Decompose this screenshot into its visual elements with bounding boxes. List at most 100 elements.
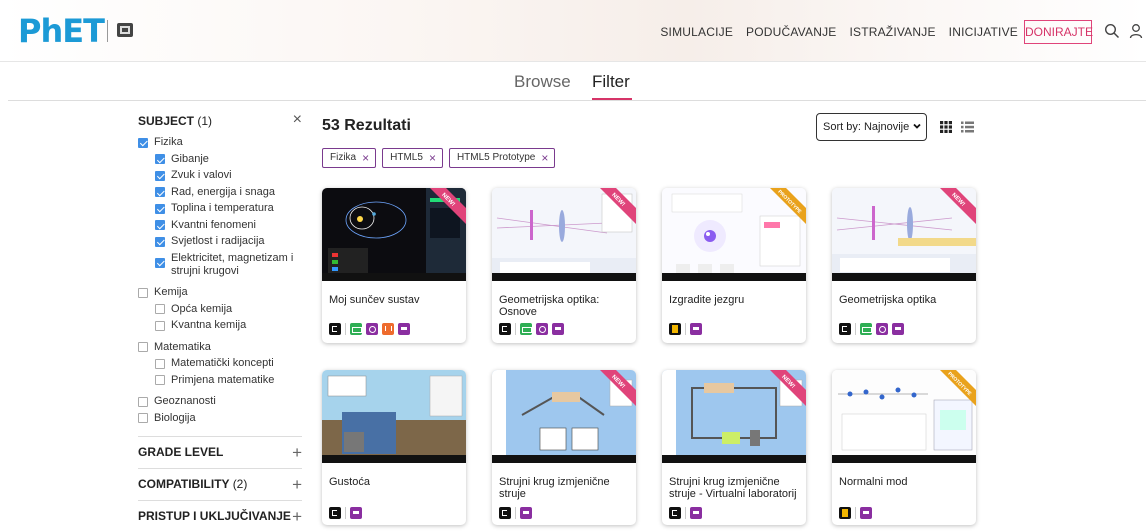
filter-toplina[interactable]: Toplina i temperatura [138, 202, 302, 215]
tab-filter[interactable]: Filter [592, 72, 630, 92]
embed-icon [382, 323, 394, 335]
zoom-icon [350, 507, 362, 519]
teacher-tips-icon [876, 323, 888, 335]
html5-icon [499, 323, 511, 335]
nav-istrazivanje[interactable]: ISTRAŽIVANJE [849, 25, 935, 39]
checkbox-icon[interactable] [155, 203, 165, 214]
simulation-card[interactable]: NEW! Geometrijska optika: Osnove [492, 188, 636, 343]
tab-browse[interactable]: Browse [514, 72, 571, 92]
expand-icon[interactable]: + [292, 469, 302, 500]
simulation-thumbnail[interactable] [492, 370, 636, 463]
colorado-university-icon[interactable] [116, 21, 134, 39]
filter-fizika[interactable]: Fizika [138, 136, 302, 149]
results-count: 53 Rezultati [322, 117, 411, 134]
section-pristup[interactable]: PRISTUP I UKLJUČIVANJE + [138, 500, 302, 532]
simulation-title[interactable]: Moj sunčev sustav [329, 294, 461, 306]
simulation-thumbnail[interactable] [662, 370, 806, 463]
checkbox-icon[interactable] [155, 304, 165, 314]
simulation-card[interactable]: NEW! Strujni krug izmjenične struje [492, 370, 636, 525]
chip-fizika[interactable]: Fizika × [322, 148, 377, 168]
simulation-card[interactable]: NEW! Moj sunčev sustav [322, 188, 466, 343]
simulation-title[interactable]: Normalni mod [839, 476, 971, 488]
checkbox-icon[interactable] [138, 396, 148, 407]
filter-kvantna-kemija[interactable]: Kvantna kemija [138, 319, 302, 332]
simulation-thumbnail[interactable] [322, 188, 466, 281]
zoom-icon [892, 323, 904, 335]
feature-icons [499, 323, 564, 335]
section-label: GRADE LEVEL [138, 445, 224, 459]
filter-gibanje[interactable]: Gibanje [138, 153, 302, 166]
filter-label: Toplina i temperatura [171, 202, 274, 214]
zoom-icon [860, 507, 872, 519]
filter-elektricitet[interactable]: Elektricitet, magnetizam i strujni krugo… [138, 252, 302, 278]
user-icon[interactable] [1128, 23, 1144, 39]
simulation-title[interactable]: Strujni krug izmjenične struje [499, 476, 631, 500]
simulation-title[interactable]: Gustoća [329, 476, 461, 488]
simulation-title[interactable]: Geometrijska optika: Osnove [499, 294, 631, 318]
simulation-title[interactable]: Geometrijska optika [839, 294, 971, 306]
html5-icon [669, 507, 681, 519]
zoom-icon [690, 323, 702, 335]
checkbox-icon[interactable] [155, 320, 165, 331]
donate-button[interactable]: DONIRAJTE [1024, 20, 1093, 44]
checkbox-icon[interactable] [138, 342, 148, 352]
feature-icons [499, 507, 532, 519]
simulation-thumbnail[interactable] [832, 188, 976, 281]
checkbox-icon[interactable] [155, 220, 165, 230]
zoom-icon [690, 507, 702, 519]
checkbox-icon[interactable] [138, 413, 148, 423]
expand-icon[interactable]: + [292, 437, 302, 468]
checkbox-icon[interactable] [138, 137, 148, 148]
filter-opca-kemija[interactable]: Opća kemija [138, 303, 302, 316]
phet-logo[interactable]: PhET [18, 14, 105, 48]
filter-kvantni-fenomeni[interactable]: Kvantni fenomeni [138, 219, 302, 232]
grid-view-icon[interactable] [940, 121, 952, 133]
checkbox-icon[interactable] [155, 236, 165, 247]
checkbox-icon[interactable] [155, 257, 165, 268]
feature-icons [329, 507, 362, 519]
icon-separator [515, 507, 516, 519]
filter-matematicki-koncepti[interactable]: Matematički koncepti [138, 357, 302, 370]
expand-icon[interactable]: + [292, 501, 302, 532]
clear-subject-button[interactable]: × [293, 111, 302, 129]
nav-simulacije[interactable]: SIMULACIJE [660, 25, 733, 39]
sort-select[interactable]: Sort by: Najnovije [816, 113, 927, 141]
section-grade-level[interactable]: GRADE LEVEL + [138, 436, 302, 468]
filter-svjetlost[interactable]: Svjetlost i radijacija [138, 235, 302, 248]
simulation-card[interactable]: NEW! Geometrijska optika [832, 188, 976, 343]
close-icon[interactable]: × [429, 149, 436, 167]
simulation-thumbnail[interactable] [492, 188, 636, 281]
chip-html5-prototype[interactable]: HTML5 Prototype × [448, 148, 556, 168]
simulation-title[interactable]: Izgradite jezgru [669, 294, 801, 306]
simulation-card[interactable]: NEW! Strujni krug izmjenične struje - Vir… [662, 370, 806, 525]
checkbox-icon[interactable] [155, 154, 165, 164]
search-icon[interactable] [1104, 23, 1120, 39]
simulation-card[interactable]: Gustoća [322, 370, 466, 525]
simulation-thumbnail[interactable] [322, 370, 466, 463]
filter-biologija[interactable]: Biologija [138, 412, 302, 425]
filter-rad-energija[interactable]: Rad, energija i snaga [138, 186, 302, 199]
section-compatibility[interactable]: COMPATIBILITY (2) + [138, 468, 302, 500]
feature-icons [329, 323, 410, 335]
close-icon[interactable]: × [362, 149, 369, 167]
filter-geoznanosti[interactable]: Geoznanosti [138, 395, 302, 408]
simulation-card[interactable]: PROTOTYPE Izgradite jezgru [662, 188, 806, 343]
simulation-title[interactable]: Strujni krug izmjenične struje - Virtual… [669, 476, 801, 500]
nav-inicijative[interactable]: INICIJATIVE [949, 25, 1018, 39]
nav-poducavanje[interactable]: PODUČAVANJE [746, 25, 836, 39]
filter-kemija[interactable]: Kemija [138, 286, 302, 299]
checkbox-icon[interactable] [155, 358, 165, 369]
checkbox-icon[interactable] [155, 187, 165, 197]
filter-primjena-matematike[interactable]: Primjena matematike [138, 374, 302, 387]
filter-matematika[interactable]: Matematika [138, 341, 302, 354]
filter-zvuk-i-valovi[interactable]: Zvuk i valovi [138, 169, 302, 182]
checkbox-icon[interactable] [155, 170, 165, 181]
list-view-icon[interactable] [961, 121, 974, 133]
checkbox-icon[interactable] [138, 287, 148, 298]
close-icon[interactable]: × [541, 149, 548, 167]
chip-html5[interactable]: HTML5 × [382, 148, 443, 168]
checkbox-icon[interactable] [155, 375, 165, 385]
icon-separator [515, 323, 516, 335]
simulation-card[interactable]: PROTOTYPE Normalni mod [832, 370, 976, 525]
tabs-divider [8, 100, 1146, 101]
